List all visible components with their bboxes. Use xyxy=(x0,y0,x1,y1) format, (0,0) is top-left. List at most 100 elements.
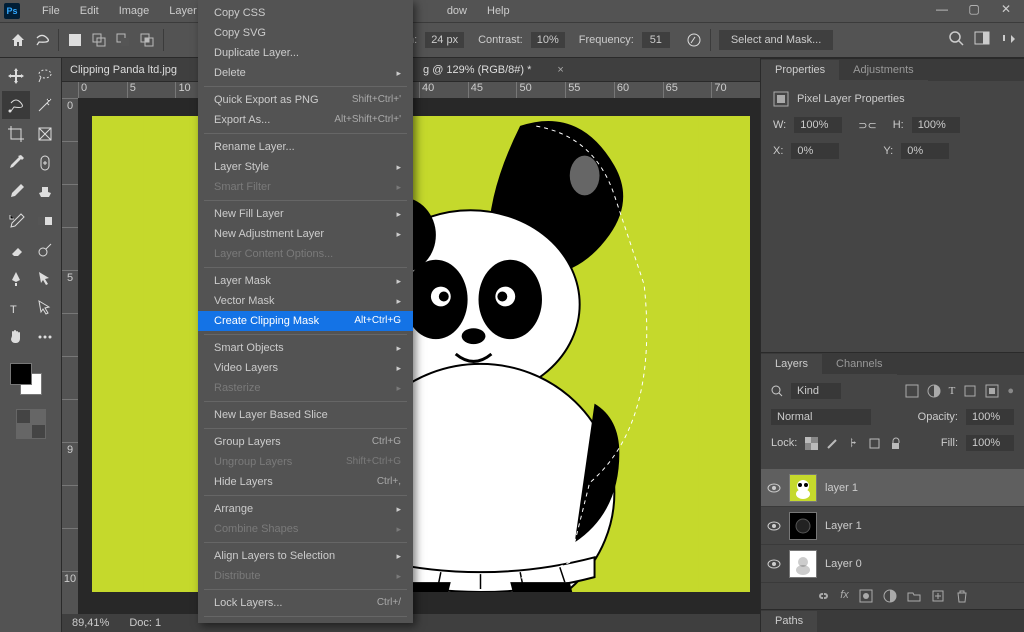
paths-tab[interactable]: Paths xyxy=(761,611,817,632)
menu-item[interactable]: Rename Layer... xyxy=(198,137,413,157)
filter-kind[interactable]: Kind xyxy=(791,383,841,399)
lock-all-icon[interactable] xyxy=(889,437,902,450)
color-swatches[interactable] xyxy=(2,361,59,401)
lasso-tool[interactable] xyxy=(31,62,59,90)
layer-fx-icon[interactable]: fx xyxy=(840,589,849,603)
search-icon[interactable] xyxy=(948,30,964,46)
menu-item[interactable]: Copy CSS xyxy=(198,3,413,23)
layers-tab[interactable]: Layers xyxy=(761,354,822,375)
menu-item[interactable]: New Fill Layer xyxy=(198,204,413,224)
visibility-icon[interactable] xyxy=(767,519,781,533)
menu-item[interactable]: Duplicate Layer... xyxy=(198,43,413,63)
properties-tab[interactable]: Properties xyxy=(761,60,839,81)
ruler-vertical[interactable]: 05910 xyxy=(62,98,78,614)
width-value[interactable]: 24 px xyxy=(425,32,464,48)
visibility-icon[interactable] xyxy=(767,557,781,571)
doc-tab-1[interactable]: Clipping Panda ltd.jpg xyxy=(70,64,177,76)
history-brush-tool[interactable] xyxy=(2,207,30,235)
ruler-horizontal[interactable]: 05101540455055606570 xyxy=(78,82,760,98)
close-button[interactable]: ✕ xyxy=(992,0,1020,18)
pen-pressure-icon[interactable] xyxy=(686,32,702,48)
gradient-tool[interactable] xyxy=(31,207,59,235)
selection-new-icon[interactable] xyxy=(67,32,83,48)
x-value[interactable]: 0% xyxy=(791,143,839,159)
menu-item[interactable]: Group LayersCtrl+G xyxy=(198,432,413,452)
link-wh-icon[interactable]: ⊃⊂ xyxy=(858,119,876,132)
filter-adjust-icon[interactable] xyxy=(927,384,941,398)
menu-item[interactable]: Hide LayersCtrl+, xyxy=(198,472,413,492)
contrast-value[interactable]: 10% xyxy=(531,32,565,48)
magnetic-lasso-tool[interactable] xyxy=(2,91,30,119)
eraser-tool[interactable] xyxy=(2,236,30,264)
adjustments-tab[interactable]: Adjustments xyxy=(839,60,928,81)
menu-item[interactable]: New Layer Based Slice xyxy=(198,405,413,425)
magic-wand-tool[interactable] xyxy=(31,91,59,119)
filter-smart-icon[interactable] xyxy=(985,384,999,398)
layer-row[interactable]: layer 1 xyxy=(761,469,1024,507)
brush-tool[interactable] xyxy=(2,178,30,206)
healing-brush-tool[interactable] xyxy=(31,149,59,177)
clone-stamp-tool[interactable] xyxy=(31,178,59,206)
layer-name[interactable]: Layer 1 xyxy=(825,520,862,532)
doc-info[interactable]: Doc: 1 xyxy=(129,617,161,629)
menu-item[interactable]: Layer Style xyxy=(198,157,413,177)
delete-layer-icon[interactable] xyxy=(955,589,969,603)
menu-image[interactable]: Image xyxy=(109,0,160,22)
menu-file[interactable]: File xyxy=(32,0,70,22)
menu-item[interactable]: Layer Mask xyxy=(198,271,413,291)
fill-value[interactable]: 100% xyxy=(966,435,1014,451)
zoom-level[interactable]: 89,41% xyxy=(72,617,109,629)
link-layers-icon[interactable] xyxy=(816,589,830,603)
pen-tool[interactable] xyxy=(2,265,30,293)
eyedropper-tool[interactable] xyxy=(2,149,30,177)
close-tab-icon[interactable]: × xyxy=(557,64,563,76)
filter-shape-icon[interactable] xyxy=(963,384,977,398)
doc-tab-2[interactable]: g @ 129% (RGB/8#) * xyxy=(423,64,531,76)
more-tools[interactable] xyxy=(31,323,59,351)
selection-sub-icon[interactable] xyxy=(115,32,131,48)
layer-name[interactable]: Layer 0 xyxy=(825,558,862,570)
quick-mask-toggle[interactable] xyxy=(16,409,46,439)
lock-transparency-icon[interactable] xyxy=(805,437,818,450)
menu-item[interactable]: Lock Layers...Ctrl+/ xyxy=(198,593,413,613)
add-mask-icon[interactable] xyxy=(859,589,873,603)
select-and-mask-button[interactable]: Select and Mask... xyxy=(719,30,834,50)
minimize-button[interactable]: — xyxy=(928,0,956,18)
hand-tool[interactable] xyxy=(2,323,30,351)
canvas[interactable] xyxy=(92,116,750,592)
path-select-tool[interactable] xyxy=(31,265,59,293)
menu-edit[interactable]: Edit xyxy=(70,0,109,22)
menu-help[interactable]: Help xyxy=(477,0,520,22)
workspace-icon[interactable] xyxy=(974,30,990,46)
menu-item[interactable]: New Adjustment Layer xyxy=(198,224,413,244)
menu-item[interactable]: Align Layers to Selection xyxy=(198,546,413,566)
h-value[interactable]: 100% xyxy=(912,117,960,133)
share-icon[interactable] xyxy=(1000,30,1016,46)
y-value[interactable]: 0% xyxy=(901,143,949,159)
direct-select-tool[interactable] xyxy=(31,294,59,322)
filter-pixel-icon[interactable] xyxy=(905,384,919,398)
menu-item[interactable]: Smart Objects xyxy=(198,338,413,358)
ruler-origin[interactable] xyxy=(62,82,78,98)
blend-mode[interactable]: Normal xyxy=(771,409,871,425)
menu-item[interactable]: Export As...Alt+Shift+Ctrl+' xyxy=(198,110,413,130)
crop-tool[interactable] xyxy=(2,120,30,148)
menu-item[interactable]: Arrange xyxy=(198,499,413,519)
dodge-tool[interactable] xyxy=(31,236,59,264)
visibility-icon[interactable] xyxy=(767,481,781,495)
menu-item[interactable]: Video Layers xyxy=(198,358,413,378)
lock-pixels-icon[interactable] xyxy=(826,437,839,450)
new-group-icon[interactable] xyxy=(907,589,921,603)
menu-item[interactable]: Delete xyxy=(198,63,413,83)
filter-type-icon[interactable]: T xyxy=(949,385,956,397)
selection-add-icon[interactable] xyxy=(91,32,107,48)
search-icon[interactable] xyxy=(771,385,783,397)
frequency-value[interactable]: 51 xyxy=(642,32,670,48)
home-icon[interactable] xyxy=(10,32,26,48)
menu-item[interactable]: Copy SVG xyxy=(198,23,413,43)
menu-item[interactable]: Quick Export as PNGShift+Ctrl+' xyxy=(198,90,413,110)
opacity-value[interactable]: 100% xyxy=(966,409,1014,425)
menu-window[interactable]: dow xyxy=(437,0,477,22)
move-tool[interactable] xyxy=(2,62,30,90)
layer-row[interactable]: Layer 1 xyxy=(761,507,1024,545)
